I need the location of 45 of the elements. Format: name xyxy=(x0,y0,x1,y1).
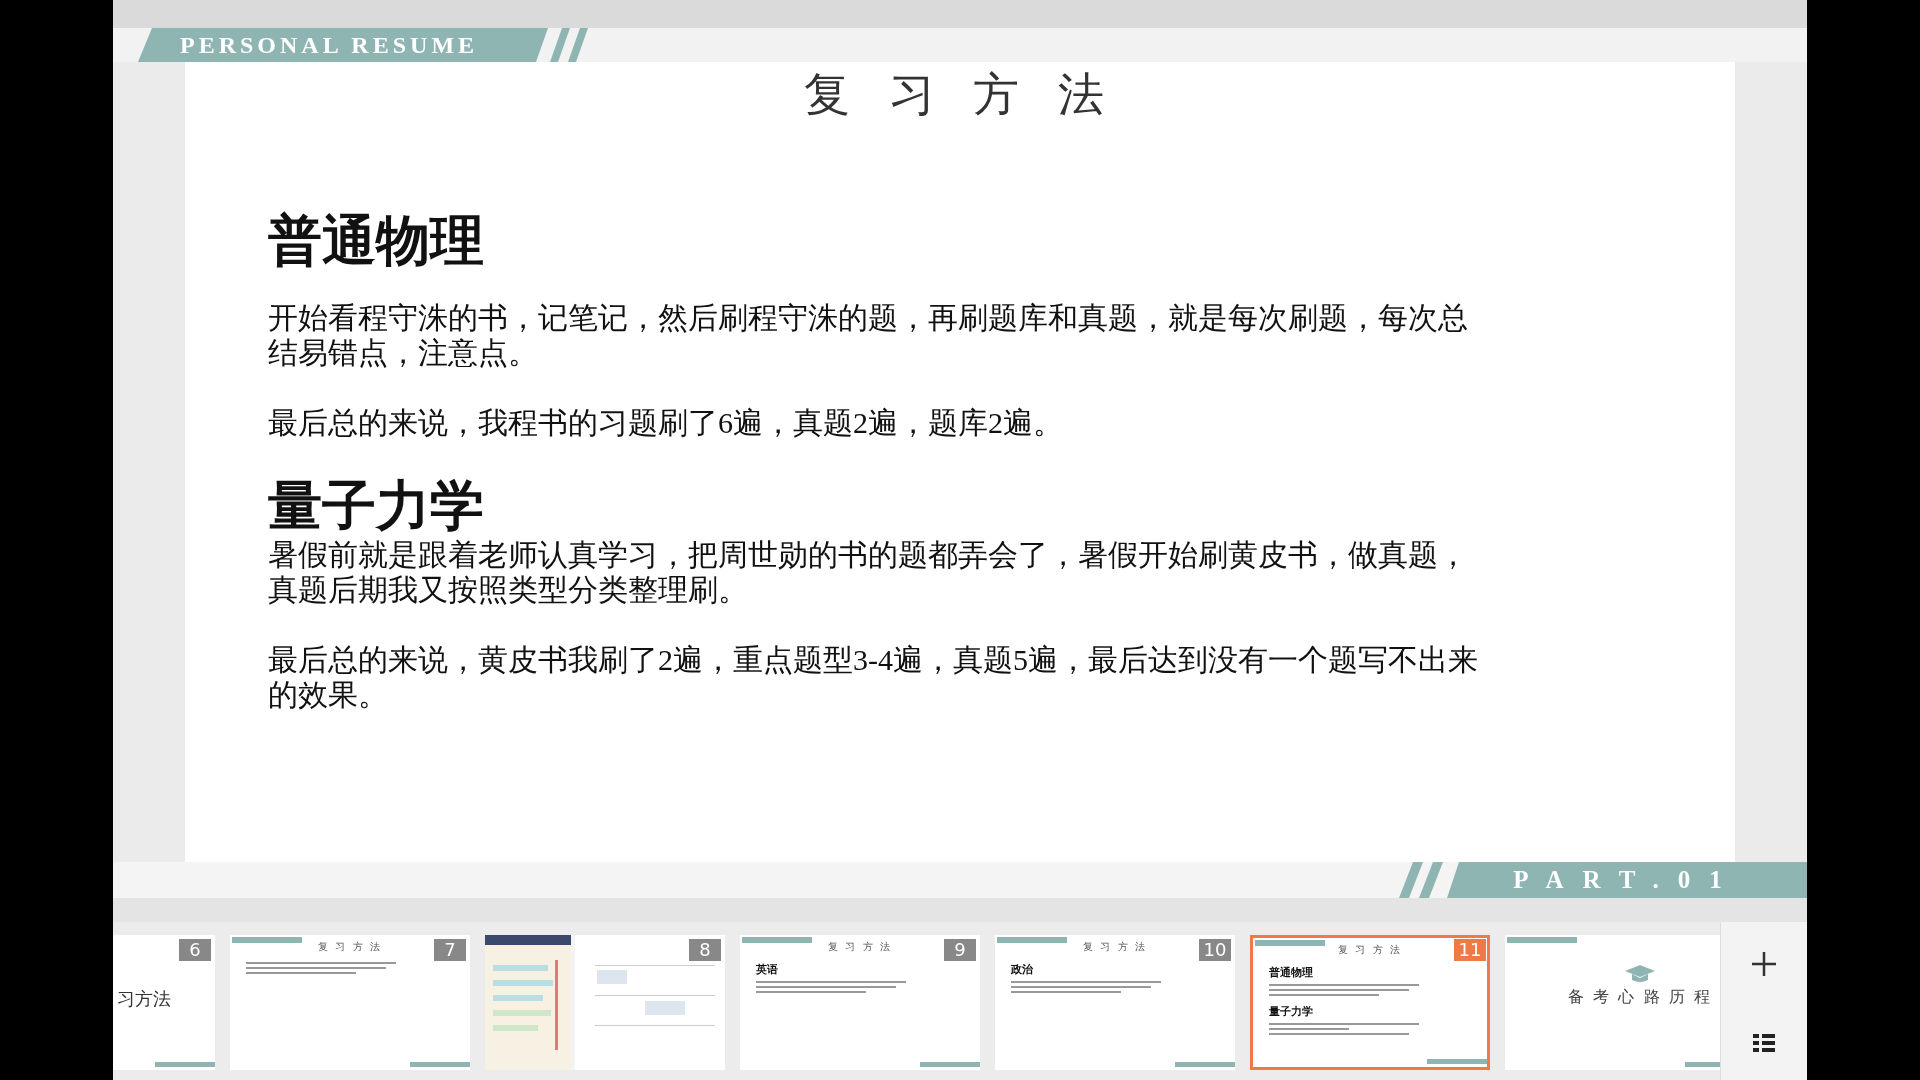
paragraph: 开始看程守洙的书，记笔记，然后刷程守洙的题，再刷题库和真题，就是每次刷题，每次总结易错点，注意点。 xyxy=(268,300,1469,370)
banner-icon xyxy=(1507,937,1577,943)
footer-icon xyxy=(155,1062,215,1067)
graduation-cap-icon xyxy=(1625,965,1655,983)
paragraph: 最后总的来说，我程书的习题刷了6遍，真题2遍，题库2遍。 xyxy=(268,405,1064,440)
section-heading: 普通物理 xyxy=(268,210,485,272)
paragraph: 最后总的来说，黄皮书我刷了2遍，重点题型3-4遍，真题5遍，最后达到没有一个题写不出来的效果。 xyxy=(268,642,1479,712)
footer-icon xyxy=(1175,1062,1235,1067)
thumbnail-heading: 量子力学 xyxy=(1269,1004,1313,1019)
slide-thumbnail[interactable]: 复 习 方 法 政治 10 xyxy=(995,935,1235,1070)
section-heading: 量子力学 xyxy=(268,475,485,537)
slide-title: 复 习 方 法 xyxy=(803,66,1117,122)
banner-title: PERSONAL RESUME xyxy=(180,31,479,59)
banner-icon xyxy=(232,937,302,943)
slide-thumbnail[interactable]: 备 考 心 路 历 程 xyxy=(1505,935,1720,1070)
add-icon[interactable] xyxy=(1751,950,1777,977)
thumbnail-title: 复 习 方 法 xyxy=(1338,943,1402,957)
slide-thumbnail[interactable]: 复 习 方 法 普通物理 量子力学 11 xyxy=(1250,935,1490,1070)
footer-icon xyxy=(920,1062,980,1067)
slide-number: 6 xyxy=(179,939,211,961)
slide-number: 8 xyxy=(689,939,721,961)
thumbnail-title: 习方法 xyxy=(116,987,172,1011)
slide-thumbnail[interactable]: 习方法 6 xyxy=(113,935,215,1070)
thumbnail-title: 复 习 方 法 xyxy=(318,940,382,954)
thumbnail-heading: 英语 xyxy=(756,962,778,977)
banner-icon xyxy=(1255,940,1325,946)
thumbnail-title: 备 考 心 路 历 程 xyxy=(1568,987,1712,1008)
thumbnail-title: 复 习 方 法 xyxy=(828,940,892,954)
banner-icon xyxy=(997,937,1067,943)
part-label: PART.01 xyxy=(1447,862,1807,898)
footer-icon xyxy=(410,1062,470,1067)
grid-view-icon[interactable] xyxy=(1753,1033,1775,1052)
slide-thumbnail[interactable]: 复 习 方 法 7 xyxy=(230,935,470,1070)
paragraph: 暑假前就是跟着老师认真学习，把周世勋的书的题都弄会了，暑假开始刷黄皮书，做真题，真题后期我又按照类型分类整理刷。 xyxy=(268,537,1469,607)
thumbnail-title: 复 习 方 法 xyxy=(1083,940,1147,954)
footer-icon xyxy=(1427,1059,1487,1064)
thumbnail-heading: 政治 xyxy=(1011,962,1033,977)
slide-thumbnail[interactable]: 8 xyxy=(485,935,725,1070)
slide-thumbnail[interactable]: 复 习 方 法 英语 9 xyxy=(740,935,980,1070)
thumbnail-heading: 普通物理 xyxy=(1269,965,1313,980)
slide-number: 10 xyxy=(1199,939,1231,961)
slide-number: 7 xyxy=(434,939,466,961)
slide-number: 9 xyxy=(944,939,976,961)
banner-icon xyxy=(742,937,812,943)
slide-number: 11 xyxy=(1454,939,1486,961)
